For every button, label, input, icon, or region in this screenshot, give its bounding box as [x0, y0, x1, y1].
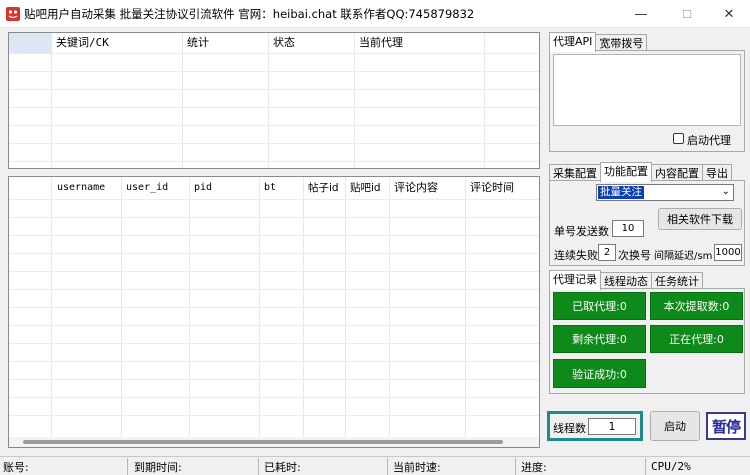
app-icon — [6, 7, 20, 21]
fetched-proxy-button[interactable]: 已取代理:0 — [553, 292, 646, 320]
col-user-id: user_id — [126, 182, 169, 193]
horizontal-scrollbar[interactable] — [9, 437, 539, 447]
fail-count-input[interactable]: 2 — [598, 244, 616, 261]
single-send-input[interactable]: 10 — [612, 220, 644, 237]
auto-proxy-checkbox[interactable] — [673, 133, 684, 144]
active-proxy-button[interactable]: 正在代理:0 — [650, 325, 743, 353]
status-bar: 账号: 到期时间: 已耗时: 当前时速: 进度: CPU/2% — [0, 456, 750, 475]
mode-select[interactable]: 批量关注 ⌄ — [596, 184, 734, 201]
col-bar-id: 贴吧id — [350, 182, 381, 194]
col-status: 状态 — [273, 36, 295, 49]
status-expire: 到期时间: — [134, 461, 182, 474]
config-panel: 采集配置 功能配置 内容配置 导出 批量关注 ⌄ 相关软件下载 单号发送数 10… — [549, 162, 745, 266]
minimize-button[interactable]: — — [620, 0, 662, 28]
auto-proxy-label: 启动代理 — [687, 134, 731, 147]
status-progress: 进度: — [521, 461, 547, 474]
col-stats: 统计 — [187, 36, 209, 49]
start-button[interactable]: 启动 — [650, 411, 700, 441]
close-button[interactable]: ✕ — [708, 0, 750, 28]
keyword-table[interactable]: 关键词/CK 统计 状态 当前代理 — [8, 32, 540, 169]
interval-input[interactable]: 1000 — [714, 244, 742, 261]
thread-count-label: 线程数 — [553, 422, 586, 435]
pause-button[interactable]: 暂停 — [706, 412, 746, 440]
tab-proxy-api[interactable]: 代理API — [549, 32, 597, 52]
thread-count-box: 线程数 1 — [547, 411, 643, 441]
proxy-api-textarea[interactable] — [553, 54, 741, 126]
results-table[interactable]: username user_id pid bt 帖子id 贴吧id 评论内容 评… — [8, 176, 540, 448]
col-comment: 评论内容 — [394, 181, 438, 194]
status-account: 账号: — [3, 461, 29, 474]
status-divider — [645, 458, 646, 475]
remaining-proxy-button[interactable]: 剩余代理:0 — [553, 325, 646, 353]
window-title: 贴吧用户自动采集 批量关注协议引流软件 官网：heibai.chat 联系作者Q… — [24, 7, 475, 21]
proxy-panel: 代理API 宽带拨号 启动代理 — [549, 32, 745, 154]
verified-success-button[interactable]: 验证成功:0 — [553, 359, 646, 388]
col-post-id: 帖子id — [308, 182, 339, 194]
status-divider — [258, 458, 259, 475]
download-related-button[interactable]: 相关软件下载 — [658, 208, 742, 230]
record-panel: 代理记录 线程动态 任务统计 已取代理:0 本次提取数:0 剩余代理:0 正在代… — [549, 270, 745, 394]
scrollbar-thumb[interactable] — [23, 440, 503, 444]
tab-function-config[interactable]: 功能配置 — [600, 162, 652, 182]
fail-label: 连续失败 — [554, 249, 598, 262]
mode-selected-value: 批量关注 — [598, 186, 644, 199]
status-speed: 当前时速: — [393, 461, 441, 474]
chevron-down-icon: ⌄ — [721, 186, 730, 197]
table-corner — [9, 33, 51, 53]
col-comment-time: 评论时间 — [470, 181, 514, 194]
status-divider — [387, 458, 388, 475]
interval-label: 间隔延迟/sm — [654, 251, 713, 262]
col-current-proxy: 当前代理 — [359, 36, 403, 49]
pause-label: 暂停 — [711, 417, 741, 436]
tab-proxy-record[interactable]: 代理记录 — [549, 270, 601, 290]
status-cpu: CPU/2% — [651, 460, 691, 473]
extracted-count-button[interactable]: 本次提取数:0 — [650, 292, 743, 320]
col-keyword: 关键词/CK — [56, 36, 109, 49]
switch-account-label: 次换号 — [618, 249, 651, 262]
status-divider — [515, 458, 516, 475]
thread-count-input[interactable]: 1 — [588, 418, 636, 435]
title-bar: 贴吧用户自动采集 批量关注协议引流软件 官网：heibai.chat 联系作者Q… — [0, 0, 750, 28]
col-username: username — [57, 182, 106, 193]
status-divider — [127, 458, 128, 475]
status-elapsed: 已耗时: — [264, 461, 301, 474]
col-bt: bt — [264, 182, 277, 193]
single-send-label: 单号发送数 — [554, 225, 609, 238]
maximize-button[interactable]: ☐ — [666, 0, 708, 28]
col-pid: pid — [194, 182, 213, 193]
